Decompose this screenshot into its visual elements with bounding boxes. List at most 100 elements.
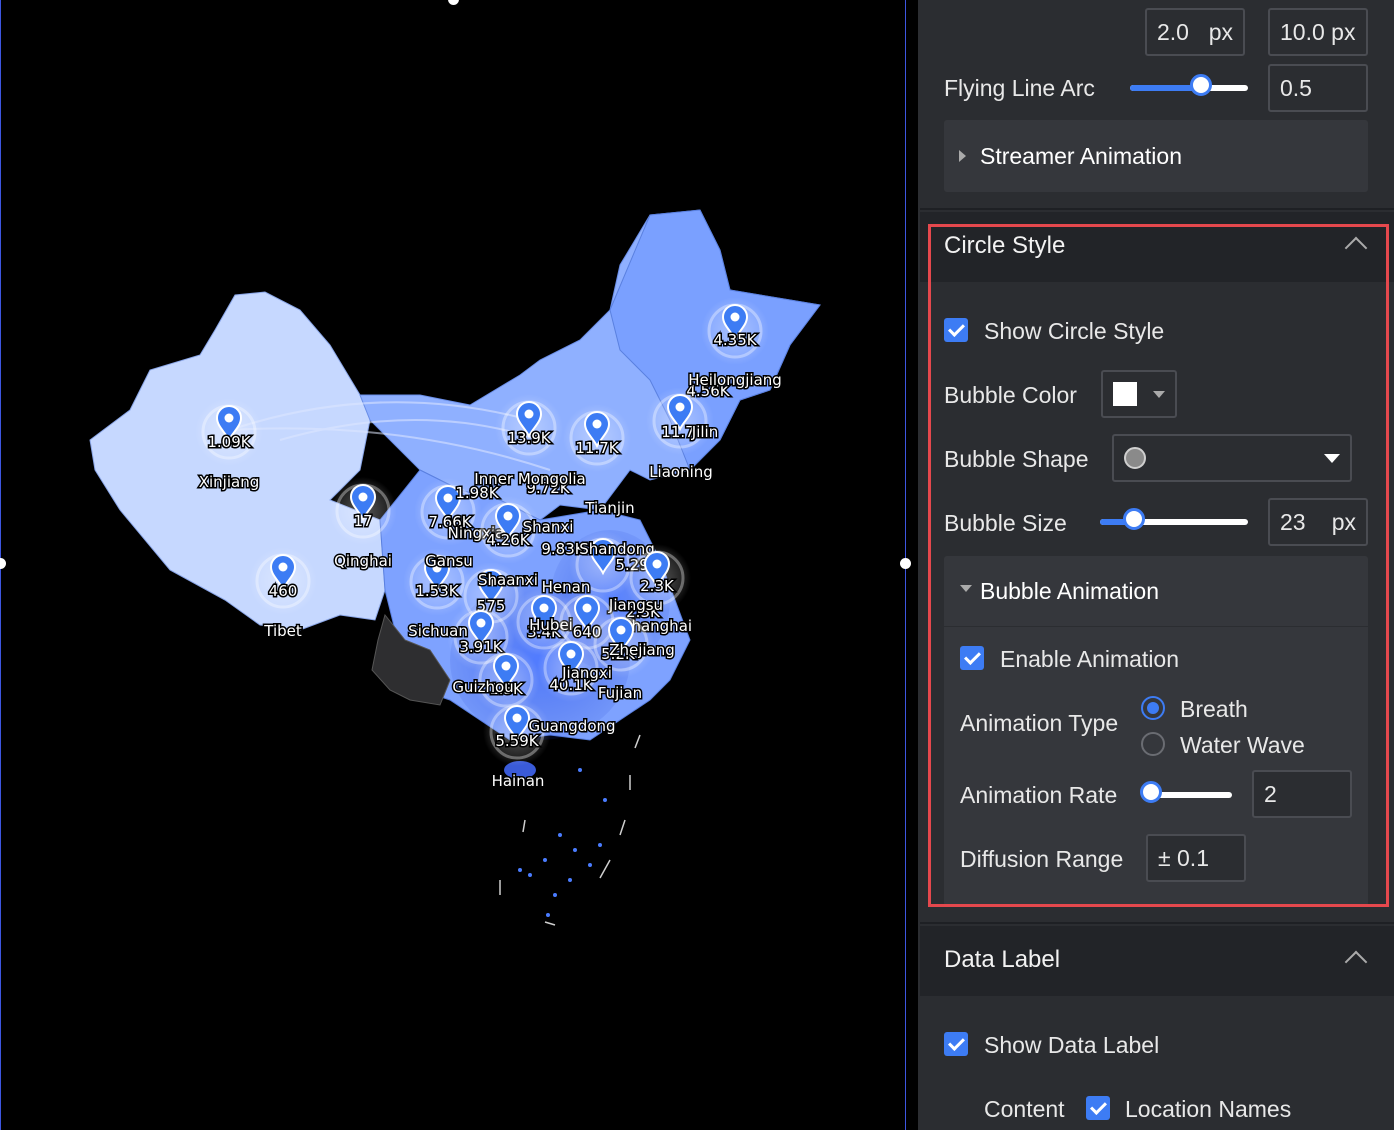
settings-panel: 2.0 px 10.0 px Flying Line Arc 0.5 Strea… [920,0,1394,1130]
bubble-size-input[interactable]: 23 px [1268,498,1368,546]
marker-value: 460 [269,582,298,600]
marker-location-name: Shanxi [523,518,574,536]
line-width-max-input[interactable]: 10.0 px [1268,8,1368,56]
pin-dot [278,562,288,572]
circle-style-title: Circle Style [944,232,1066,259]
circle-style-header[interactable]: Circle Style [920,212,1394,282]
line-width-min-value: 2.0 [1157,18,1189,45]
dropdown-arrow-icon [1324,453,1340,463]
marker-location-name: Jilin [691,423,718,441]
flying-line-arc-value: 0.5 [1280,74,1312,101]
streamer-animation-section[interactable]: Streamer Animation [944,120,1368,192]
show-circle-style-checkbox[interactable] [944,318,968,342]
animation-rate-value: 2 [1264,780,1277,807]
bubble-color-swatch [1113,382,1137,406]
animation-type-label: Animation Type [960,710,1119,736]
flying-line-arc-slider[interactable] [1130,74,1248,96]
bubble-size-unit: px [1331,508,1356,535]
marker-value: 11.7 [661,423,694,441]
line-width-min-unit: px [1208,18,1233,45]
location-names-checkbox[interactable] [1086,1096,1110,1120]
marker-value: 2.3K [640,577,675,595]
marker-value-secondary: 1.98K [455,484,499,502]
enable-animation-checkbox[interactable] [960,646,984,670]
bubble-size-knob[interactable] [1123,508,1146,530]
marker-location-name: Shaanxi [478,571,538,589]
pin-dot [524,409,534,419]
pin-dot [501,661,511,671]
marker-location-name: Guangdong [528,717,615,735]
map-canvas[interactable]: 4.35K 4.56K Heilongjiang 11.7 Jilin Liaoning 1… [0,0,918,1130]
marker-location-name: Xinjiang [199,473,260,491]
diffusion-range-input[interactable]: ± 0.1 [1146,834,1246,882]
china-map[interactable]: 4.35K4.56KHeilongjiang11.7JilinLiaoning1… [0,0,918,1130]
pin-dot [358,492,368,502]
enable-animation-label: Enable Animation [1000,646,1180,672]
animation-rate-knob[interactable] [1139,781,1162,803]
animation-rate-label: Animation Rate [960,782,1118,808]
radio-water-wave[interactable] [1141,732,1165,756]
show-data-label-checkbox[interactable] [944,1032,968,1056]
south-sea-islands [518,768,607,917]
chevron-down-icon [1153,390,1165,398]
bubble-size-label: Bubble Size [944,510,1067,536]
circle-shape-icon [1124,447,1146,469]
bubble-animation-section: Bubble Animation Enable Animation Animat… [944,556,1368,906]
pin-dot [652,559,662,569]
bubble-color-picker[interactable] [1101,370,1177,418]
pin-dot [512,713,522,723]
animation-rate-input[interactable]: 2 [1252,770,1352,818]
bubble-color-label: Bubble Color [944,382,1077,408]
marker-location-name: Hainan [492,772,545,790]
marker-location-name: Liaoning [649,463,713,481]
resize-handle-right[interactable] [900,558,911,569]
pin-dot [566,649,576,659]
marker-value: 1.53K [415,582,459,600]
pin-dot [616,625,626,635]
marker-location-name: Heilongjiang [688,371,782,389]
marker-location-name: Guizhou [452,678,513,696]
show-data-label-label: Show Data Label [984,1032,1160,1058]
marker-location-name: Tibet [263,622,302,640]
pin-dot [476,618,486,628]
radio-breath[interactable] [1141,696,1165,720]
animation-option-water-wave[interactable]: Water Wave [1180,732,1305,759]
marker-value: 13.9K [507,429,551,447]
pin-dot [503,511,513,521]
content-label: Content [984,1096,1065,1122]
marker-location-name: Gansu [425,552,473,570]
flying-line-arc-knob[interactable] [1189,74,1212,96]
pin-dot [592,419,602,429]
marker-value: 1.09K [207,433,251,451]
line-width-min-input[interactable]: 2.0 px [1145,8,1245,56]
flying-line-arc-input[interactable]: 0.5 [1268,64,1368,112]
bubble-animation-title[interactable]: Bubble Animation [980,578,1159,605]
marker-value: 17 [353,512,372,530]
chevron-up-icon[interactable] [1344,950,1368,974]
animation-option-breath[interactable]: Breath [1180,696,1248,723]
marker-location-name: Tianjin [584,499,634,517]
chevron-up-icon[interactable] [1344,236,1368,260]
streamer-animation-label: Streamer Animation [980,143,1182,169]
diffusion-range-value: ± 0.1 [1158,844,1209,871]
pin-dot [582,603,592,613]
bubble-shape-label: Bubble Shape [944,446,1089,472]
caret-down-icon[interactable] [960,585,972,592]
marker-location-name: Qinghai [334,552,392,570]
data-label-header[interactable]: Data Label [920,926,1394,996]
caret-right-icon [959,150,966,162]
show-circle-style-label: Show Circle Style [984,318,1165,344]
marker-location-name: Zhejiang [609,641,675,659]
diffusion-range-label: Diffusion Range [960,846,1124,872]
bubble-shape-select[interactable] [1112,434,1352,482]
pin-dot [224,413,234,423]
marker-location-name: Sichuan [408,622,468,640]
pin-dot [539,603,549,613]
marker-value: 11.7K [575,439,619,457]
marker-location-name: Jiangxi [561,664,612,682]
pin-dot [730,312,740,322]
pin-dot [675,402,685,412]
bubble-size-slider[interactable] [1100,508,1248,530]
pin-dot [443,493,453,503]
animation-rate-slider[interactable] [1139,781,1232,803]
